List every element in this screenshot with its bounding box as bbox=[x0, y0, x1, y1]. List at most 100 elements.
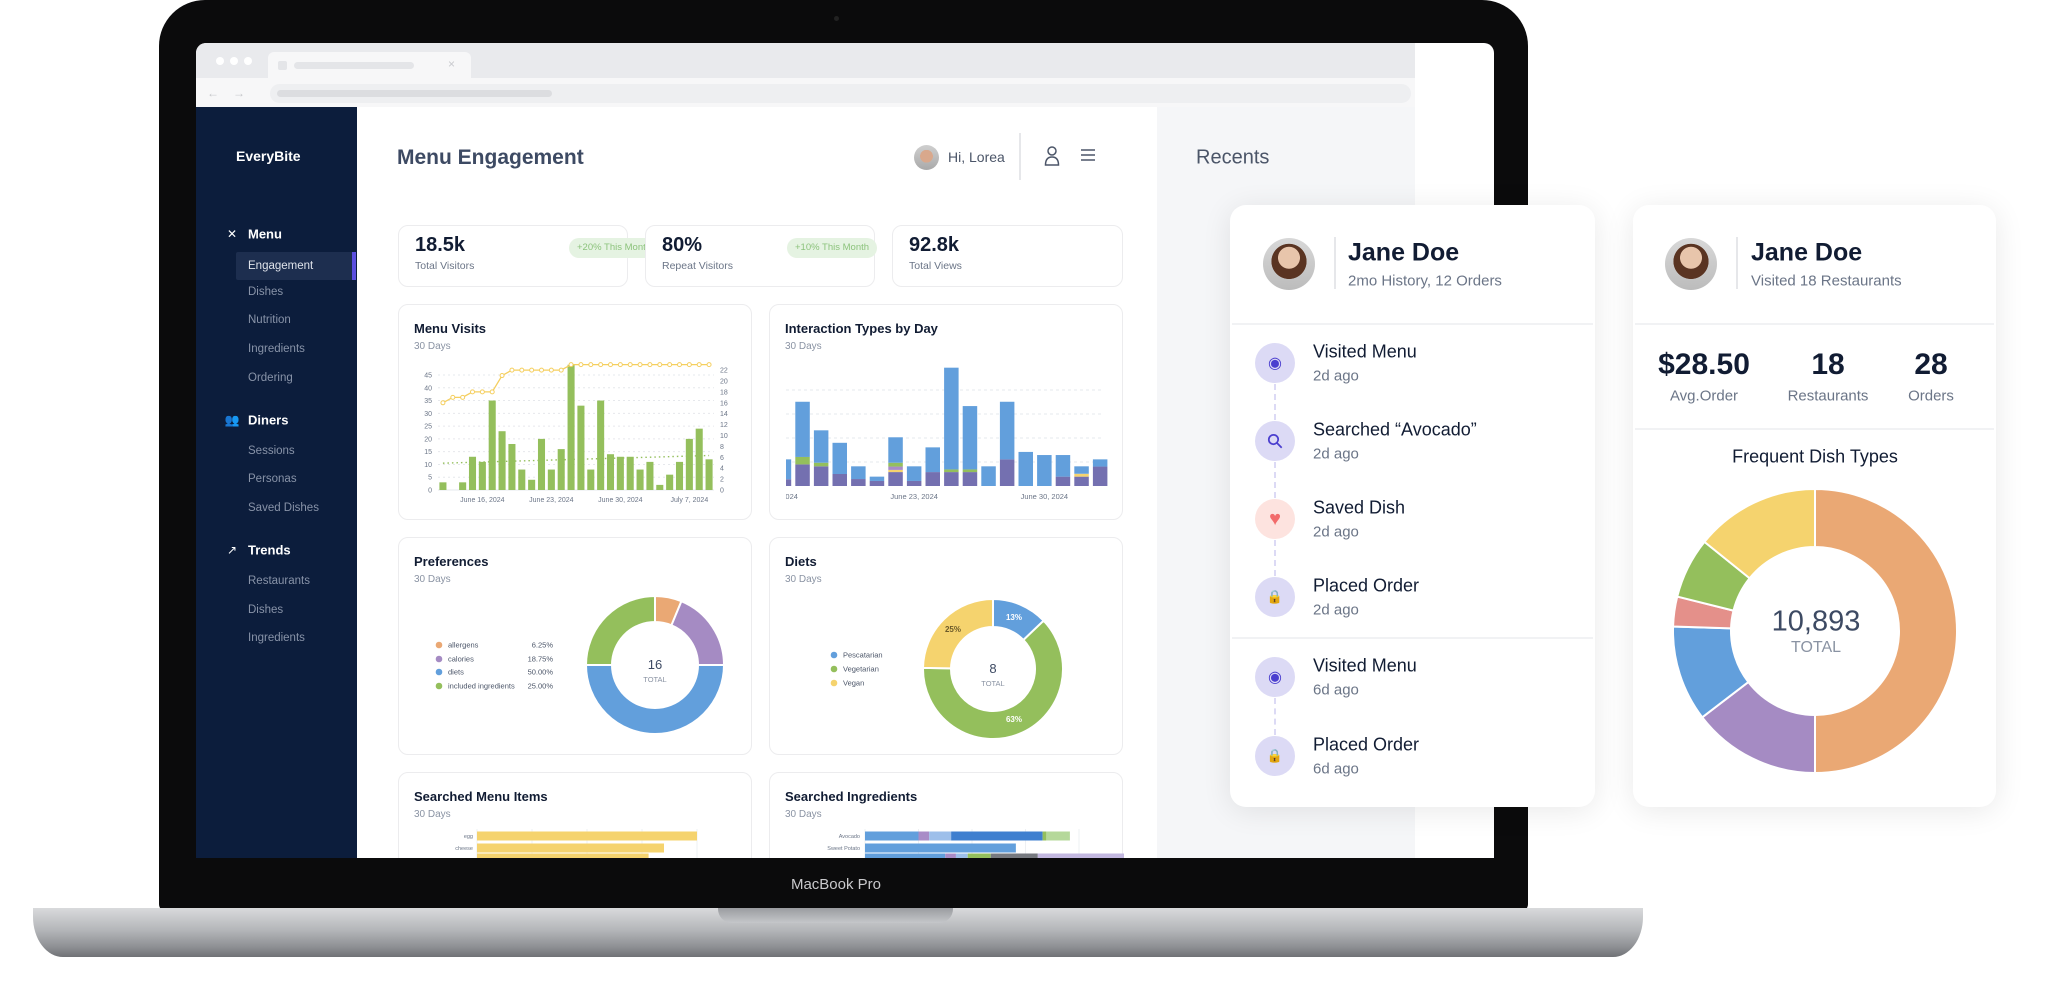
line-point bbox=[647, 362, 653, 368]
stacked-bar-segment bbox=[888, 469, 903, 473]
restaurants-label: Restaurants bbox=[1787, 387, 1869, 405]
activity-title: Placed Order bbox=[1313, 575, 1420, 596]
bar bbox=[537, 438, 546, 490]
stacked-bar-segment bbox=[1074, 476, 1089, 486]
window-minimize-dot[interactable] bbox=[230, 57, 238, 65]
stacked-bar-segment bbox=[929, 831, 952, 841]
bars-group: , 2024 June 23, 2024 June 30, 2024 bbox=[786, 367, 1108, 501]
sidebar-item-dishes[interactable]: Dishes bbox=[248, 604, 283, 616]
y-right-tick-label: 8 bbox=[720, 444, 724, 451]
activity-time: 2d ago bbox=[1313, 445, 1359, 463]
slice-label: 13% bbox=[1006, 613, 1022, 622]
device-label: MacBook Pro bbox=[790, 876, 882, 893]
stacked-bar-segment bbox=[813, 430, 829, 463]
window-close-dot[interactable] bbox=[216, 57, 224, 65]
line-point bbox=[499, 373, 505, 379]
line-point bbox=[450, 394, 456, 400]
stacked-bar-segment bbox=[869, 476, 885, 481]
stacked-bar-segment bbox=[786, 459, 792, 480]
bar bbox=[567, 364, 575, 490]
user-icon[interactable] bbox=[1044, 145, 1060, 167]
bar bbox=[488, 400, 496, 490]
line-point bbox=[568, 362, 574, 368]
legend-label: allergens bbox=[448, 641, 479, 650]
y-right-tick-label: 6 bbox=[720, 455, 724, 462]
sidebar-item-saved-dishes[interactable]: Saved Dishes bbox=[248, 502, 319, 514]
profile-name: Jane Doe bbox=[1751, 238, 1863, 267]
sidebar-item-nutrition[interactable]: Nutrition bbox=[248, 314, 291, 326]
x-tick-label: June 30, 2024 bbox=[1021, 492, 1069, 501]
bar bbox=[695, 428, 703, 490]
stacked-bar-segment bbox=[832, 442, 847, 474]
legend-label: diets bbox=[448, 668, 464, 677]
line-point bbox=[489, 389, 495, 395]
donut-slice bbox=[584, 594, 656, 666]
bar bbox=[477, 843, 664, 853]
chart-canvas: 0 5 10 15 20 25 30 35 40 45 0 2 4 6 8 10 12 14 16 18 20 22 Jun… bbox=[424, 362, 728, 504]
timeline-connector bbox=[1274, 540, 1276, 576]
card-separator bbox=[1635, 323, 1994, 325]
stacked-bar-segment bbox=[944, 469, 959, 473]
activity-time: 2d ago bbox=[1313, 523, 1359, 541]
category-label: Avocado bbox=[839, 834, 860, 840]
legend-marker bbox=[435, 641, 443, 649]
sidebar-section-menu[interactable]: Menu bbox=[248, 227, 282, 242]
category-label: cheese bbox=[455, 846, 473, 852]
legend-value: 50.00% bbox=[528, 668, 554, 677]
bar bbox=[459, 482, 467, 490]
browser-tab[interactable]: × bbox=[268, 52, 471, 78]
activity-title: Saved Dish bbox=[1313, 497, 1406, 518]
stat-label: Total Views bbox=[909, 260, 962, 272]
sidebar-item-restaurants[interactable]: Restaurants bbox=[248, 575, 310, 587]
line-point bbox=[440, 400, 446, 406]
sidebar-item-dishes[interactable]: Dishes bbox=[248, 286, 283, 298]
stacked-bar-segment bbox=[951, 831, 1043, 841]
sidebar-section-diners[interactable]: Diners bbox=[248, 413, 288, 428]
bar bbox=[587, 469, 595, 490]
sidebar-item-ingredients[interactable]: Ingredients bbox=[248, 343, 305, 355]
stacked-bar-segment bbox=[1074, 466, 1089, 474]
legend-value: 18.75% bbox=[528, 655, 554, 664]
sidebar-item-personas[interactable]: Personas bbox=[248, 473, 297, 485]
x-tick-label: June 16, 2024 bbox=[460, 497, 504, 504]
hamburger-menu-icon[interactable] bbox=[1080, 148, 1096, 162]
address-placeholder bbox=[277, 90, 552, 97]
activity-time: 2d ago bbox=[1313, 601, 1359, 619]
avg-order-label: Avg.Order bbox=[1669, 387, 1739, 405]
sidebar-section-trends[interactable]: Trends bbox=[248, 543, 291, 558]
y-left-tick-label: 30 bbox=[424, 411, 432, 418]
sidebar-item-ordering[interactable]: Ordering bbox=[248, 372, 293, 384]
window-maximize-dot[interactable] bbox=[244, 57, 252, 65]
user-avatar[interactable] bbox=[914, 145, 939, 170]
stat-value: 80% bbox=[662, 234, 703, 256]
profile-avatar bbox=[1665, 238, 1717, 290]
menu-visits-card: Menu Visits 30 Days 0 5 10 15 20 25 30 35 40 45 0 2… bbox=[398, 304, 752, 520]
stacked-bar-segment bbox=[962, 472, 978, 486]
stacked-bar-segment bbox=[918, 831, 930, 841]
stat-label: Repeat Visitors bbox=[662, 260, 734, 272]
bar bbox=[547, 469, 555, 490]
card-separator bbox=[1232, 637, 1593, 639]
sidebar-item-sessions[interactable]: Sessions bbox=[248, 445, 295, 457]
legend-marker bbox=[435, 682, 443, 690]
back-arrow-icon[interactable]: ← bbox=[207, 86, 219, 100]
y-left-tick-label: 10 bbox=[424, 462, 432, 469]
forward-arrow-icon[interactable]: → bbox=[233, 86, 245, 100]
stacked-bar-segment bbox=[869, 480, 885, 486]
sidebar-item-engagement[interactable]: Engagement bbox=[248, 260, 313, 272]
line-point bbox=[608, 362, 613, 368]
bar bbox=[636, 469, 644, 490]
legend-label: Vegetarian bbox=[843, 665, 879, 674]
tab-close-icon[interactable]: × bbox=[448, 57, 455, 71]
stacked-bar-segment bbox=[925, 472, 940, 486]
fork-knife-icon: ✕ bbox=[226, 227, 238, 241]
users-icon: 👥 bbox=[224, 413, 240, 427]
sidebar-item-ingredients[interactable]: Ingredients bbox=[248, 632, 305, 644]
bar bbox=[597, 400, 605, 490]
legend-label: calories bbox=[448, 655, 474, 664]
x-tick-label: June 23, 2024 bbox=[529, 497, 573, 504]
legend-marker bbox=[435, 655, 443, 663]
y-left-tick-label: 20 bbox=[424, 436, 432, 443]
tab-title-placeholder bbox=[294, 62, 414, 69]
eye-icon: ◉ bbox=[1255, 657, 1295, 697]
